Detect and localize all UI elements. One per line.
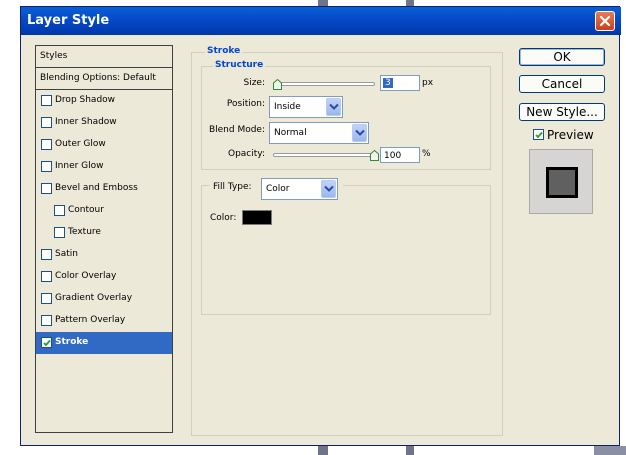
style-checkbox[interactable] xyxy=(41,139,52,150)
opacity-unit: % xyxy=(422,149,431,159)
chevron-down-icon xyxy=(324,185,334,192)
preview-checkbox[interactable] xyxy=(533,129,544,140)
stroke-group-title: Stroke xyxy=(205,46,243,56)
structure-group-title: Structure xyxy=(213,60,266,70)
style-checkbox[interactable] xyxy=(54,227,65,238)
title-bar[interactable]: Layer Style xyxy=(21,7,621,35)
blend-mode-select[interactable]: Normal xyxy=(269,122,369,144)
opacity-slider-thumb-icon[interactable] xyxy=(370,150,379,161)
window-title: Layer Style xyxy=(27,13,110,28)
new-style-button[interactable]: New Style... xyxy=(519,103,605,121)
style-item-label: Color Overlay xyxy=(55,271,117,281)
style-item-inner-glow[interactable]: Inner Glow xyxy=(36,156,172,178)
fill-type-label: Fill Type: xyxy=(213,182,252,192)
fill-type-group xyxy=(201,185,491,315)
style-item-pattern-overlay[interactable]: Pattern Overlay xyxy=(36,310,172,332)
style-item-gradient-overlay[interactable]: Gradient Overlay xyxy=(36,288,172,310)
opacity-label: Opacity: xyxy=(228,149,265,159)
size-slider-track[interactable] xyxy=(273,82,375,86)
blend-mode-dropdown-button[interactable] xyxy=(352,124,367,142)
style-checkbox[interactable] xyxy=(41,293,52,304)
preview-label: Preview xyxy=(547,128,594,142)
style-item-stroke[interactable]: Stroke xyxy=(36,332,172,354)
chevron-down-icon xyxy=(355,129,365,136)
opacity-slider-track[interactable] xyxy=(273,153,375,157)
layer-style-dialog: Layer Style Styles Blending Options: Def… xyxy=(20,6,621,446)
size-label: Size: xyxy=(243,78,265,88)
style-item-blending-options-default[interactable]: Blending Options: Default xyxy=(36,68,172,90)
preview-thumbnail xyxy=(546,167,578,198)
close-icon xyxy=(599,15,611,27)
size-unit: px xyxy=(422,78,434,88)
size-value: 3 xyxy=(383,78,393,88)
style-item-label: Stroke xyxy=(55,337,89,347)
position-dropdown-button[interactable] xyxy=(326,98,341,116)
ok-button[interactable]: OK xyxy=(519,48,605,66)
style-item-label: Inner Shadow xyxy=(55,117,117,127)
style-checkbox[interactable] xyxy=(54,205,65,216)
style-checkbox[interactable] xyxy=(41,315,52,326)
fill-type-value: Color xyxy=(266,184,290,194)
style-item-inner-shadow[interactable]: Inner Shadow xyxy=(36,112,172,134)
style-item-contour[interactable]: Contour xyxy=(36,200,172,222)
color-label: Color: xyxy=(210,213,237,223)
blend-mode-value: Normal xyxy=(274,128,307,138)
style-item-label: Blending Options: Default xyxy=(40,73,156,83)
position-value: Inside xyxy=(274,102,301,112)
close-button[interactable] xyxy=(595,11,615,31)
styles-header[interactable]: Styles xyxy=(36,46,172,68)
style-item-label: Outer Glow xyxy=(55,139,106,149)
opacity-value: 100 xyxy=(384,151,402,161)
cancel-button[interactable]: Cancel xyxy=(519,75,605,93)
style-checkbox[interactable] xyxy=(41,337,52,348)
styles-header-label: Styles xyxy=(40,51,68,61)
style-item-drop-shadow[interactable]: Drop Shadow xyxy=(36,90,172,112)
style-item-label: Pattern Overlay xyxy=(55,315,126,325)
style-item-label: Satin xyxy=(55,249,78,259)
background-window-edge xyxy=(318,446,328,455)
size-slider-thumb-icon[interactable] xyxy=(273,79,282,90)
style-item-texture[interactable]: Texture xyxy=(36,222,172,244)
fill-type-select[interactable]: Color xyxy=(261,178,338,200)
chevron-down-icon xyxy=(329,103,339,110)
style-item-bevel-and-emboss[interactable]: Bevel and Emboss xyxy=(36,178,172,200)
style-checkbox[interactable] xyxy=(41,95,52,106)
style-checkbox[interactable] xyxy=(41,117,52,128)
blend-mode-label: Blend Mode: xyxy=(208,125,265,135)
checkmark-icon xyxy=(535,131,543,139)
checkmark-icon xyxy=(43,339,51,347)
style-checkbox[interactable] xyxy=(41,249,52,260)
color-swatch[interactable] xyxy=(242,210,272,225)
style-item-satin[interactable]: Satin xyxy=(36,244,172,266)
style-checkbox[interactable] xyxy=(41,161,52,172)
style-item-color-overlay[interactable]: Color Overlay xyxy=(36,266,172,288)
style-item-label: Gradient Overlay xyxy=(55,293,133,303)
style-item-outer-glow[interactable]: Outer Glow xyxy=(36,134,172,156)
background-window-edge xyxy=(594,446,626,455)
style-item-label: Texture xyxy=(68,227,101,237)
styles-list: Styles Blending Options: Default Drop Sha… xyxy=(35,45,173,433)
style-item-label: Drop Shadow xyxy=(55,95,116,105)
style-checkbox[interactable] xyxy=(41,183,52,194)
position-label: Position: xyxy=(226,99,265,109)
background-window-edge xyxy=(406,446,414,455)
position-select[interactable]: Inside xyxy=(269,96,343,118)
style-item-label: Bevel and Emboss xyxy=(55,183,138,193)
fill-type-dropdown-button[interactable] xyxy=(321,180,336,198)
style-preview xyxy=(529,149,593,214)
size-input[interactable]: 3 xyxy=(380,75,420,91)
style-item-label: Inner Glow xyxy=(55,161,104,171)
opacity-input[interactable]: 100 xyxy=(380,147,420,163)
style-checkbox[interactable] xyxy=(41,271,52,282)
style-item-label: Contour xyxy=(68,205,104,215)
